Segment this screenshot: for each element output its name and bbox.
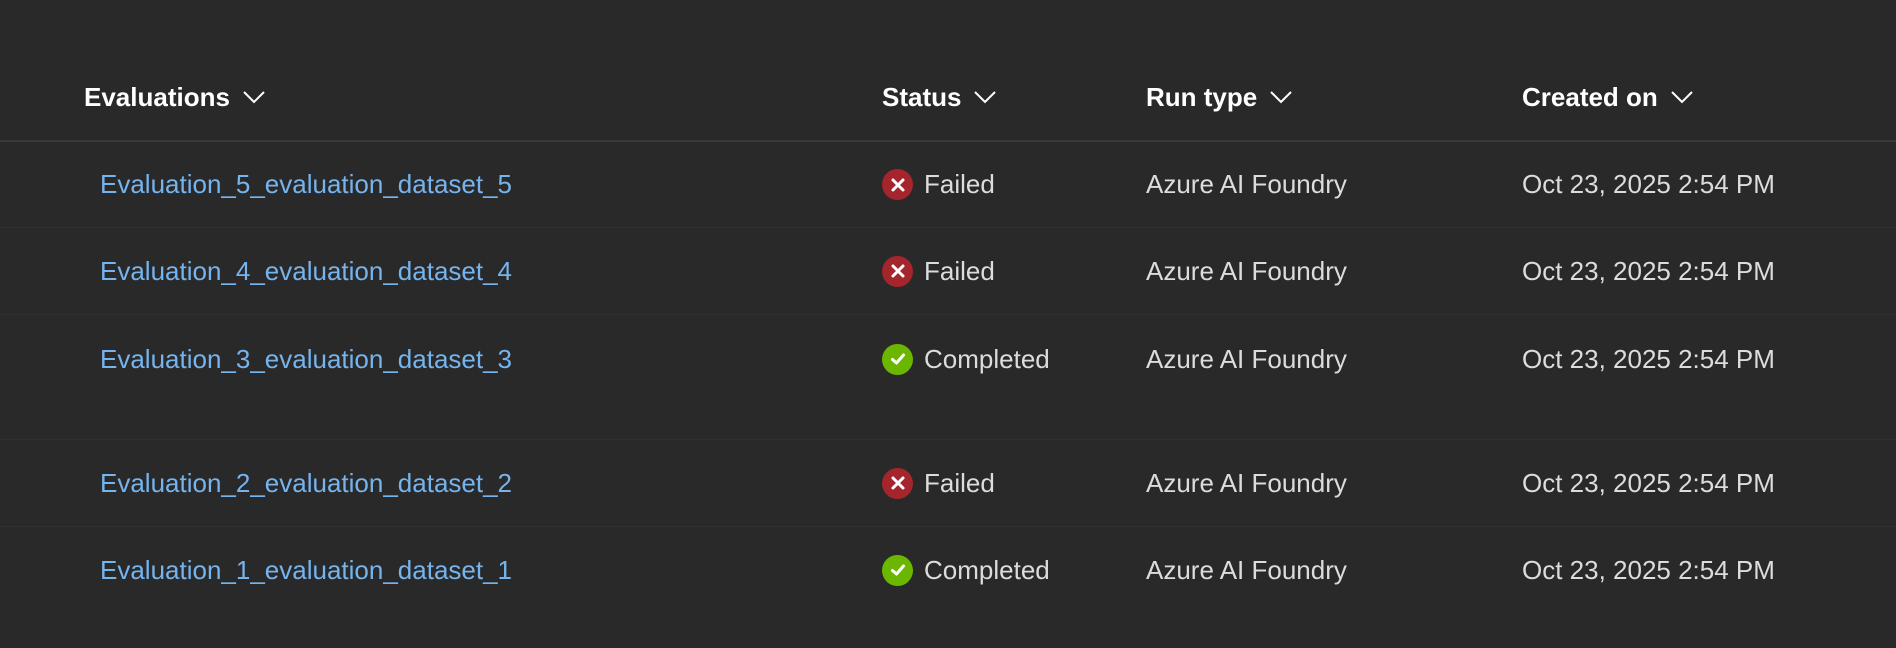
created-on-cell: Oct 23, 2025 2:54 PM <box>1522 169 1775 199</box>
run-type-cell: Azure AI Foundry <box>1146 554 1347 585</box>
table-header: Evaluations Status Run type Created on <box>0 62 1896 142</box>
chevron-down-icon <box>242 85 266 109</box>
status-label: Failed <box>924 169 995 199</box>
checkmark-circle-icon <box>882 343 913 375</box>
column-header-label: Status <box>882 81 962 112</box>
run-type-cell: Azure AI Foundry <box>1146 467 1347 498</box>
chevron-down-icon <box>1670 85 1694 109</box>
column-header-label: Run type <box>1146 81 1258 112</box>
error-circle-icon <box>882 169 913 200</box>
created-on-cell: Oct 23, 2025 2:54 PM <box>1522 554 1775 585</box>
column-header-evaluations[interactable]: Evaluations <box>84 80 266 114</box>
column-header-label: Evaluations <box>84 81 230 112</box>
created-on-cell: Oct 23, 2025 2:54 PM <box>1522 467 1775 498</box>
column-header-created-on[interactable]: Created on <box>1522 80 1694 114</box>
table-row[interactable]: Evaluation_1_evaluation_dataset_1 Comple… <box>0 527 1896 613</box>
run-type-cell: Azure AI Foundry <box>1146 169 1347 199</box>
status-cell: Failed <box>882 228 995 314</box>
status-cell: Failed <box>882 440 995 526</box>
created-on-cell: Oct 23, 2025 2:54 PM <box>1522 343 1775 374</box>
run-type-cell: Azure AI Foundry <box>1146 255 1347 286</box>
status-label: Failed <box>924 255 995 286</box>
status-label: Completed <box>924 343 1050 374</box>
evaluations-table: Evaluations Status Run type Created on E… <box>0 0 1896 648</box>
error-circle-icon <box>882 467 913 499</box>
column-header-run-type[interactable]: Run type <box>1146 80 1293 114</box>
evaluation-name-link[interactable]: Evaluation_1_evaluation_dataset_1 <box>100 527 512 613</box>
chevron-down-icon <box>1269 85 1293 109</box>
chevron-down-icon <box>973 85 997 109</box>
column-header-label: Created on <box>1522 81 1658 112</box>
table-row[interactable]: Evaluation_3_evaluation_dataset_3 Comple… <box>0 315 1896 440</box>
error-circle-icon <box>882 255 913 287</box>
evaluation-name-link[interactable]: Evaluation_2_evaluation_dataset_2 <box>100 440 512 526</box>
evaluation-name-link[interactable]: Evaluation_3_evaluation_dataset_3 <box>100 315 512 403</box>
evaluation-name-link[interactable]: Evaluation_5_evaluation_dataset_5 <box>100 142 512 227</box>
status-cell: Completed <box>882 527 1050 613</box>
checkmark-circle-icon <box>882 554 913 586</box>
table-row[interactable]: Evaluation_4_evaluation_dataset_4 Failed… <box>0 228 1896 315</box>
run-type-cell: Azure AI Foundry <box>1146 343 1347 374</box>
table-row[interactable]: Evaluation_5_evaluation_dataset_5 Failed… <box>0 142 1896 228</box>
evaluation-name-link[interactable]: Evaluation_4_evaluation_dataset_4 <box>100 228 512 314</box>
status-label: Completed <box>924 554 1050 585</box>
status-label: Failed <box>924 467 995 498</box>
created-on-cell: Oct 23, 2025 2:54 PM <box>1522 255 1775 286</box>
status-cell: Failed <box>882 142 995 227</box>
table-row[interactable]: Evaluation_2_evaluation_dataset_2 Failed… <box>0 440 1896 527</box>
column-header-status[interactable]: Status <box>882 80 997 114</box>
status-cell: Completed <box>882 315 1050 403</box>
